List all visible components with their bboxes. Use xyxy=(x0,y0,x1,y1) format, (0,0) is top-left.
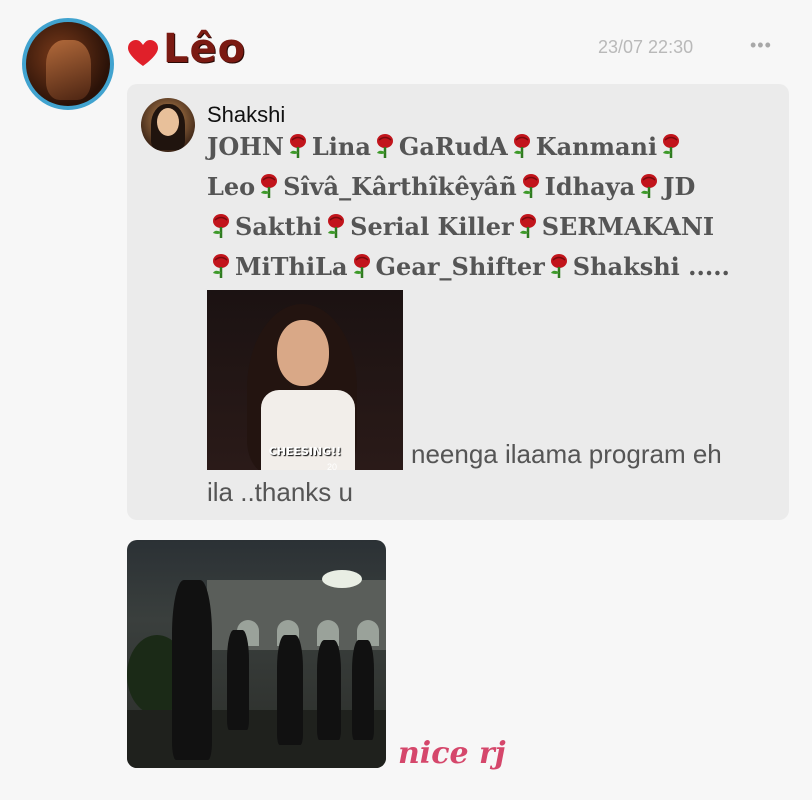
rose-icon xyxy=(519,214,536,238)
list-name: Serial Killer xyxy=(350,212,514,241)
rose-icon xyxy=(289,134,306,158)
list-name: JD xyxy=(663,172,696,201)
quoted-message-text-continued: ila ..thanks u xyxy=(207,477,353,507)
quoted-message-card[interactable]: Shakshi JOHN Lina GaRudA Kanmani Leo Sîvâ_Kâ… xyxy=(127,84,789,520)
rose-icon xyxy=(376,134,393,158)
list-name: Shakshi ..... xyxy=(572,252,730,281)
gif-number: 20 xyxy=(327,462,338,470)
reply-text: nice rj xyxy=(398,736,506,771)
name-list-line-3: Sakthi Serial Killer SERMAKANI xyxy=(207,212,777,241)
quoted-author-avatar xyxy=(141,98,195,152)
list-name: GaRudA xyxy=(398,132,508,161)
dance-gif[interactable] xyxy=(127,540,386,768)
list-name: Sîvâ_Kârthîkêyâñ xyxy=(283,172,517,201)
list-name: Lina xyxy=(311,132,371,161)
rose-icon xyxy=(261,174,278,198)
list-name: Idhaya xyxy=(544,172,636,201)
rose-icon xyxy=(213,214,229,238)
name-list-line-4: MiThiLa Gear_Shifter Shakshi ..... xyxy=(207,252,777,281)
post-username[interactable]: Lêo xyxy=(163,26,246,72)
rose-icon xyxy=(550,254,567,278)
name-list-line-2: Leo Sîvâ_Kârthîkêyâñ Idhaya JD xyxy=(207,172,777,201)
cheesing-gif[interactable]: CHEESING!! 20 xyxy=(207,290,403,470)
quoted-message-text: neenga ilaama program eh xyxy=(411,439,722,469)
list-name: Gear_Shifter xyxy=(375,252,545,281)
rose-icon xyxy=(213,254,229,278)
gif-caption: CHEESING!! xyxy=(268,445,342,458)
rose-icon xyxy=(641,174,658,198)
list-name: SERMAKANI xyxy=(541,212,715,241)
list-name: Sakthi xyxy=(235,212,323,241)
list-name: MiThiLa xyxy=(235,252,348,281)
name-list-line-1: JOHN Lina GaRudA Kanmani xyxy=(207,132,777,161)
list-name: Kanmani xyxy=(535,132,658,161)
user-avatar[interactable] xyxy=(22,18,114,110)
post-timestamp: 23/07 22:30 xyxy=(598,37,694,57)
rose-icon xyxy=(328,214,345,238)
list-name: Leo xyxy=(207,172,256,201)
more-options-icon[interactable]: ••• xyxy=(750,35,772,56)
rose-icon xyxy=(663,134,680,158)
list-name: JOHN xyxy=(207,132,284,161)
rose-icon xyxy=(353,254,370,278)
quoted-author-name: Shakshi xyxy=(207,102,286,127)
heart-icon xyxy=(128,40,158,66)
rose-icon xyxy=(513,134,530,158)
rose-icon xyxy=(522,174,539,198)
